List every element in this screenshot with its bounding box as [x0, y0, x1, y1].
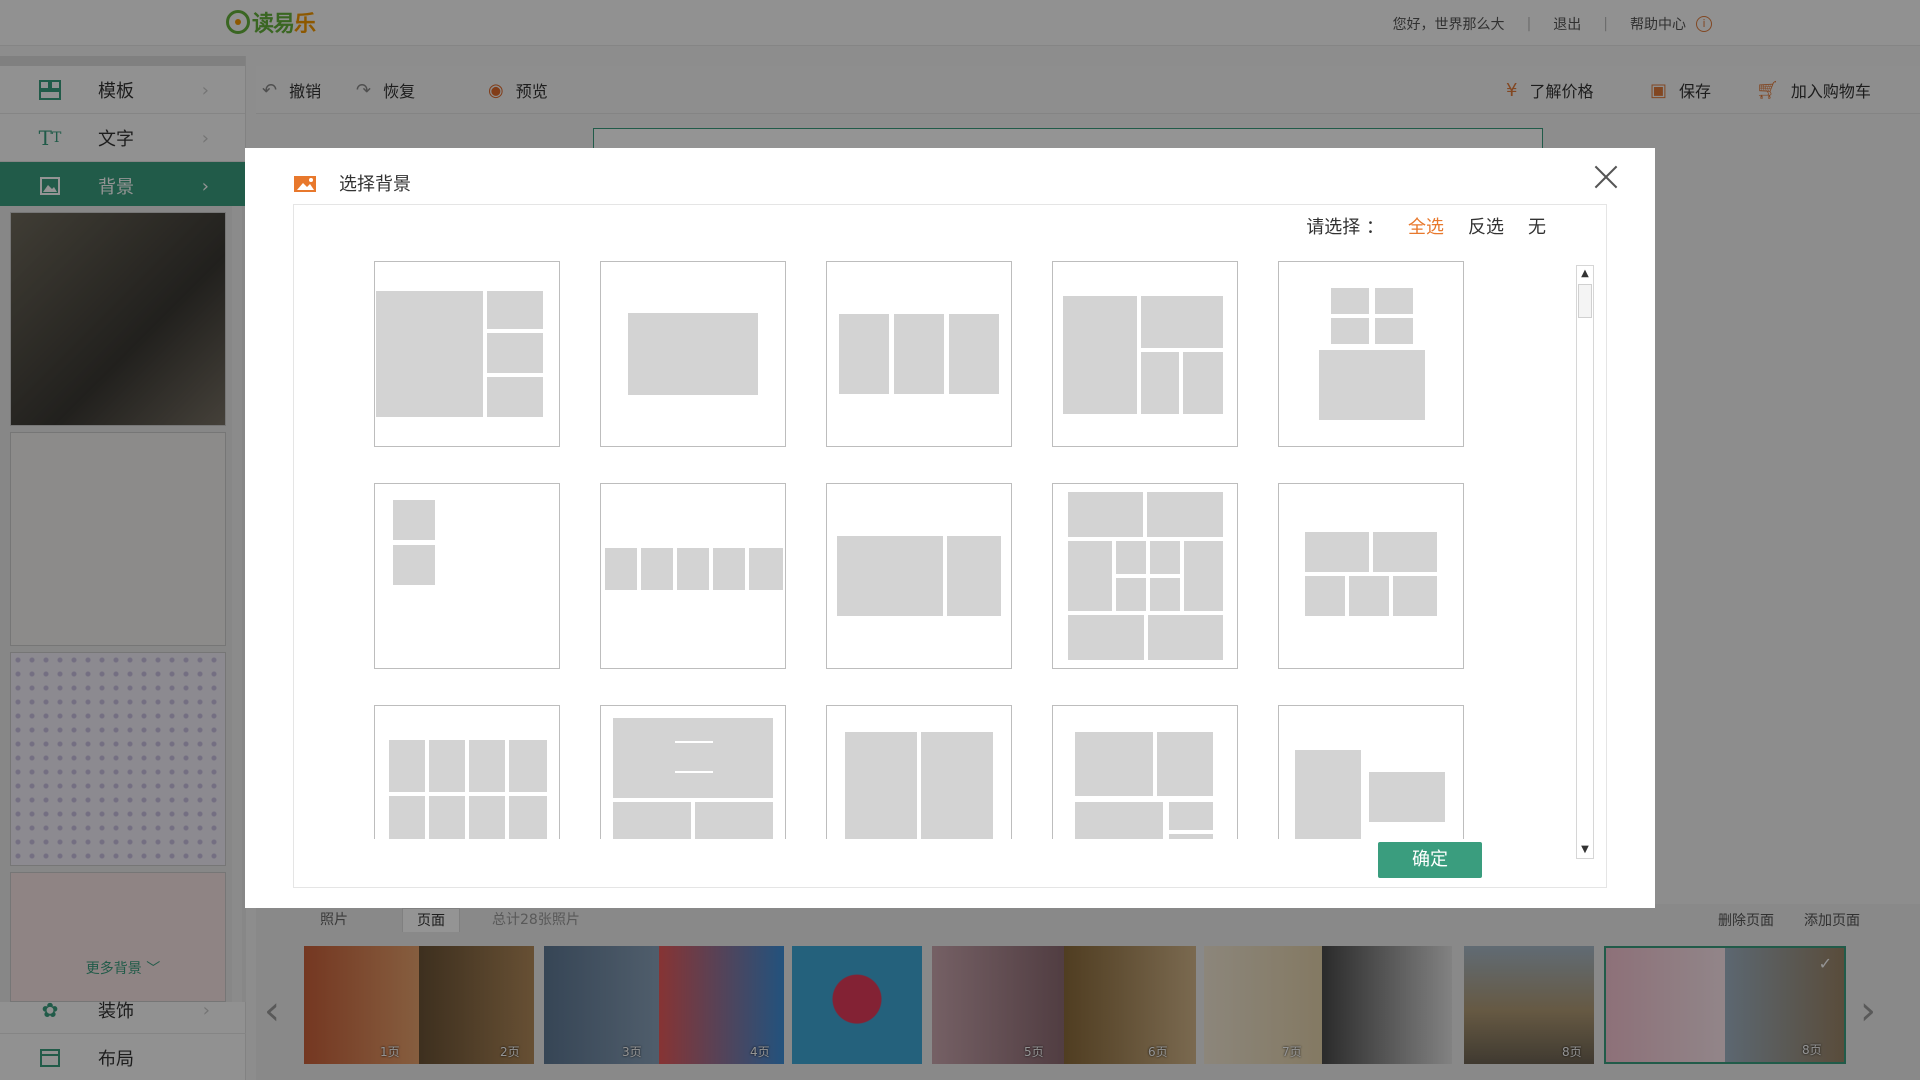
layout-template[interactable] — [1278, 261, 1464, 447]
close-icon[interactable] — [1593, 164, 1619, 190]
layout-template[interactable] — [1052, 483, 1238, 669]
layout-template[interactable] — [1052, 705, 1238, 839]
layout-template[interactable] — [826, 483, 1012, 669]
scroll-up-icon[interactable]: ▲ — [1577, 266, 1593, 282]
select-all-link[interactable]: 全选 — [1408, 213, 1444, 239]
template-scrollbar[interactable]: ▲ ▼ — [1576, 265, 1594, 859]
dialog-title: 选择背景 — [339, 174, 411, 195]
scrollbar-thumb[interactable] — [1578, 284, 1592, 318]
layout-template-grid — [374, 261, 1474, 839]
dialog-body: 请选择 ： 全选 反选 无 ▲ ▼ — [293, 204, 1607, 888]
select-background-dialog: 选择背景 请选择 ： 全选 反选 无 ▲ ▼ 确定 — [245, 148, 1655, 908]
layout-template[interactable] — [600, 261, 786, 447]
layout-template[interactable] — [600, 705, 786, 839]
invert-selection-link[interactable]: 反选 — [1468, 213, 1504, 239]
layout-template[interactable] — [374, 705, 560, 839]
layout-template[interactable] — [1052, 261, 1238, 447]
layout-template[interactable] — [600, 483, 786, 669]
select-none-link[interactable]: 无 — [1528, 213, 1546, 239]
layout-template[interactable] — [374, 261, 560, 447]
confirm-button[interactable]: 确定 — [1378, 842, 1482, 878]
select-label: 请选择 ： — [1306, 217, 1384, 238]
scroll-down-icon[interactable]: ▼ — [1577, 842, 1593, 858]
layout-template[interactable] — [1278, 705, 1464, 839]
dialog-header: 选择背景 — [293, 170, 411, 196]
layout-template[interactable] — [826, 261, 1012, 447]
selection-controls: 请选择 ： 全选 反选 无 — [1282, 213, 1546, 239]
layout-template[interactable] — [1278, 483, 1464, 669]
layout-template[interactable] — [826, 705, 1012, 839]
picture-icon — [294, 176, 316, 192]
layout-template[interactable] — [374, 483, 560, 669]
